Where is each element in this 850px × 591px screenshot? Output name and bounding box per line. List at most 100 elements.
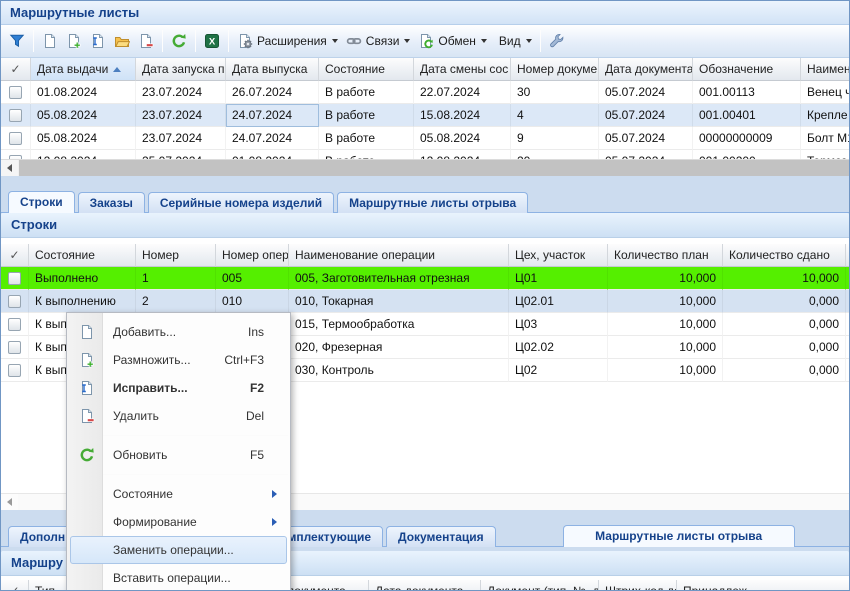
cell[interactable]: 10,000 [723, 267, 846, 290]
filter-button[interactable] [5, 29, 29, 54]
cell[interactable]: Выполнено [29, 267, 136, 290]
column-header[interactable]: Количество сдано [723, 244, 846, 267]
menu-item[interactable]: УдалитьDel [70, 402, 287, 430]
edit-button[interactable] [86, 29, 110, 54]
cell[interactable]: 030, Контроль [289, 359, 509, 382]
cell[interactable]: 12.08.2024 [31, 150, 136, 159]
duplicate-button[interactable] [62, 29, 86, 54]
menu-item[interactable]: Добавить...Ins [70, 318, 287, 346]
column-header[interactable]: Состояние [29, 244, 136, 267]
detail-tab-1[interactable]: Заказы [78, 192, 145, 213]
open-button[interactable] [110, 29, 134, 54]
cell[interactable]: 22.07.2024 [414, 81, 511, 104]
menu-item[interactable]: ОбновитьF5 [70, 441, 287, 469]
cell[interactable]: 010, Токарная [289, 290, 509, 313]
column-header[interactable]: Дата выпуска [226, 58, 319, 81]
cell[interactable]: 01.08.2024 [31, 81, 136, 104]
column-header[interactable]: Обозначение [693, 58, 801, 81]
cell[interactable]: 05.07.2024 [599, 104, 693, 127]
cell[interactable]: 10,000 [608, 359, 723, 382]
view-menu-button[interactable]: Вид [491, 29, 536, 54]
menu-item[interactable]: Размножить...Ctrl+F3 [70, 346, 287, 374]
add-button[interactable] [38, 29, 62, 54]
column-header[interactable]: Номер опера [216, 244, 289, 267]
refresh-button[interactable] [167, 29, 191, 54]
cell[interactable]: 24.07.2024 [226, 104, 319, 127]
cell[interactable]: 001.00113 [693, 81, 801, 104]
cell[interactable]: 0,000 [723, 336, 846, 359]
detail-tab-0[interactable]: Строки [8, 191, 75, 213]
cell[interactable]: 005, Заготовительная отрезная [289, 267, 509, 290]
grid-row[interactable]: 05.08.202423.07.202424.07.2024В работе15… [1, 104, 849, 127]
cell[interactable]: Болт М1 [801, 127, 849, 150]
row-checkbox[interactable] [9, 132, 22, 145]
cell[interactable]: 25.07.2024 [136, 150, 226, 159]
cell[interactable]: 05.08.2024 [31, 104, 136, 127]
column-header[interactable]: Дата смены сос [414, 58, 511, 81]
cell[interactable]: 15.08.2024 [414, 104, 511, 127]
cell[interactable]: Ц01 [509, 267, 608, 290]
exchange-menu-button[interactable]: Обмен [414, 29, 491, 54]
grid-row[interactable]: 05.08.202423.07.202424.07.2024В работе05… [1, 127, 849, 150]
column-header[interactable]: Дата запуска п [136, 58, 226, 81]
cell[interactable]: 20 [511, 150, 599, 159]
cell[interactable]: 0,000 [723, 313, 846, 336]
detail-tab-3[interactable]: Маршрутные листы отрыва [337, 192, 528, 213]
cell[interactable]: 10,000 [608, 267, 723, 290]
cell[interactable]: Венец ч [801, 81, 849, 104]
column-header[interactable]: Принадлеж [677, 580, 849, 591]
column-header[interactable]: Цех, участок [509, 244, 608, 267]
cell[interactable]: Ц02 [509, 359, 608, 382]
cell[interactable]: 001.00401 [693, 104, 801, 127]
cell[interactable]: 05.08.2024 [31, 127, 136, 150]
cell[interactable]: 05.07.2024 [599, 127, 693, 150]
cell[interactable]: 0,000 [723, 290, 846, 313]
cell[interactable]: 00000000009 [693, 127, 801, 150]
column-header[interactable]: Количество план [608, 244, 723, 267]
grid-row[interactable]: К выполнению2010010, ТокарнаяЦ02.0110,00… [1, 290, 849, 313]
menu-item[interactable]: Вставить операции... [70, 564, 287, 591]
scroll-left-button[interactable] [1, 160, 18, 176]
detail-tab-2[interactable]: Серийные номера изделий [148, 192, 334, 213]
extensions-menu-button[interactable]: Расширения [233, 29, 342, 54]
row-checkbox[interactable] [8, 364, 21, 377]
scroll-left-button[interactable] [1, 494, 18, 510]
cell[interactable]: 4 [511, 104, 599, 127]
cell[interactable]: 23.07.2024 [136, 104, 226, 127]
cell[interactable]: 1 [136, 267, 216, 290]
settings-button[interactable] [545, 29, 569, 54]
row-checkbox[interactable] [8, 295, 21, 308]
row-checkbox[interactable] [9, 86, 22, 99]
cell[interactable]: 05.07.2024 [599, 150, 693, 159]
scroll-thumb[interactable] [19, 160, 849, 176]
row-checkbox[interactable] [8, 341, 21, 354]
column-header[interactable]: Номер докуме [511, 58, 599, 81]
column-header[interactable]: Дата документа [599, 58, 693, 81]
delete-button[interactable] [134, 29, 158, 54]
menu-item[interactable]: Состояние [70, 480, 287, 508]
cell[interactable]: Ц02.02 [509, 336, 608, 359]
menu-item[interactable]: Заменить операции... [70, 536, 287, 564]
export-excel-button[interactable]: X [200, 29, 224, 54]
column-header[interactable]: Наимено [801, 58, 849, 81]
cell[interactable]: 30 [511, 81, 599, 104]
cell[interactable]: 015, Термообработка [289, 313, 509, 336]
grid-row[interactable]: 01.08.202423.07.202426.07.2024В работе22… [1, 81, 849, 104]
grid-row[interactable]: 12.08.202425.07.202401.08.2024В работе12… [1, 150, 849, 159]
cell[interactable]: 05.07.2024 [599, 81, 693, 104]
cell[interactable]: Тормоз [801, 150, 849, 159]
column-header[interactable]: Дата выдачи [31, 58, 136, 81]
menu-item[interactable]: Формирование [70, 508, 287, 536]
menu-item[interactable]: Исправить...F2 [70, 374, 287, 402]
cell[interactable]: 05.08.2024 [414, 127, 511, 150]
cell[interactable]: 10,000 [608, 290, 723, 313]
links-menu-button[interactable]: Связи [342, 29, 415, 54]
cell[interactable]: 24.07.2024 [226, 127, 319, 150]
cell[interactable]: Крепле [801, 104, 849, 127]
cell[interactable]: 010 [216, 290, 289, 313]
cell[interactable]: 0,000 [723, 359, 846, 382]
cell[interactable]: К выполнению [29, 290, 136, 313]
column-header[interactable]: Наименование операции [289, 244, 509, 267]
column-header[interactable]: Документ (тип, №, дата) [481, 580, 599, 591]
cell[interactable]: Ц02.01 [509, 290, 608, 313]
